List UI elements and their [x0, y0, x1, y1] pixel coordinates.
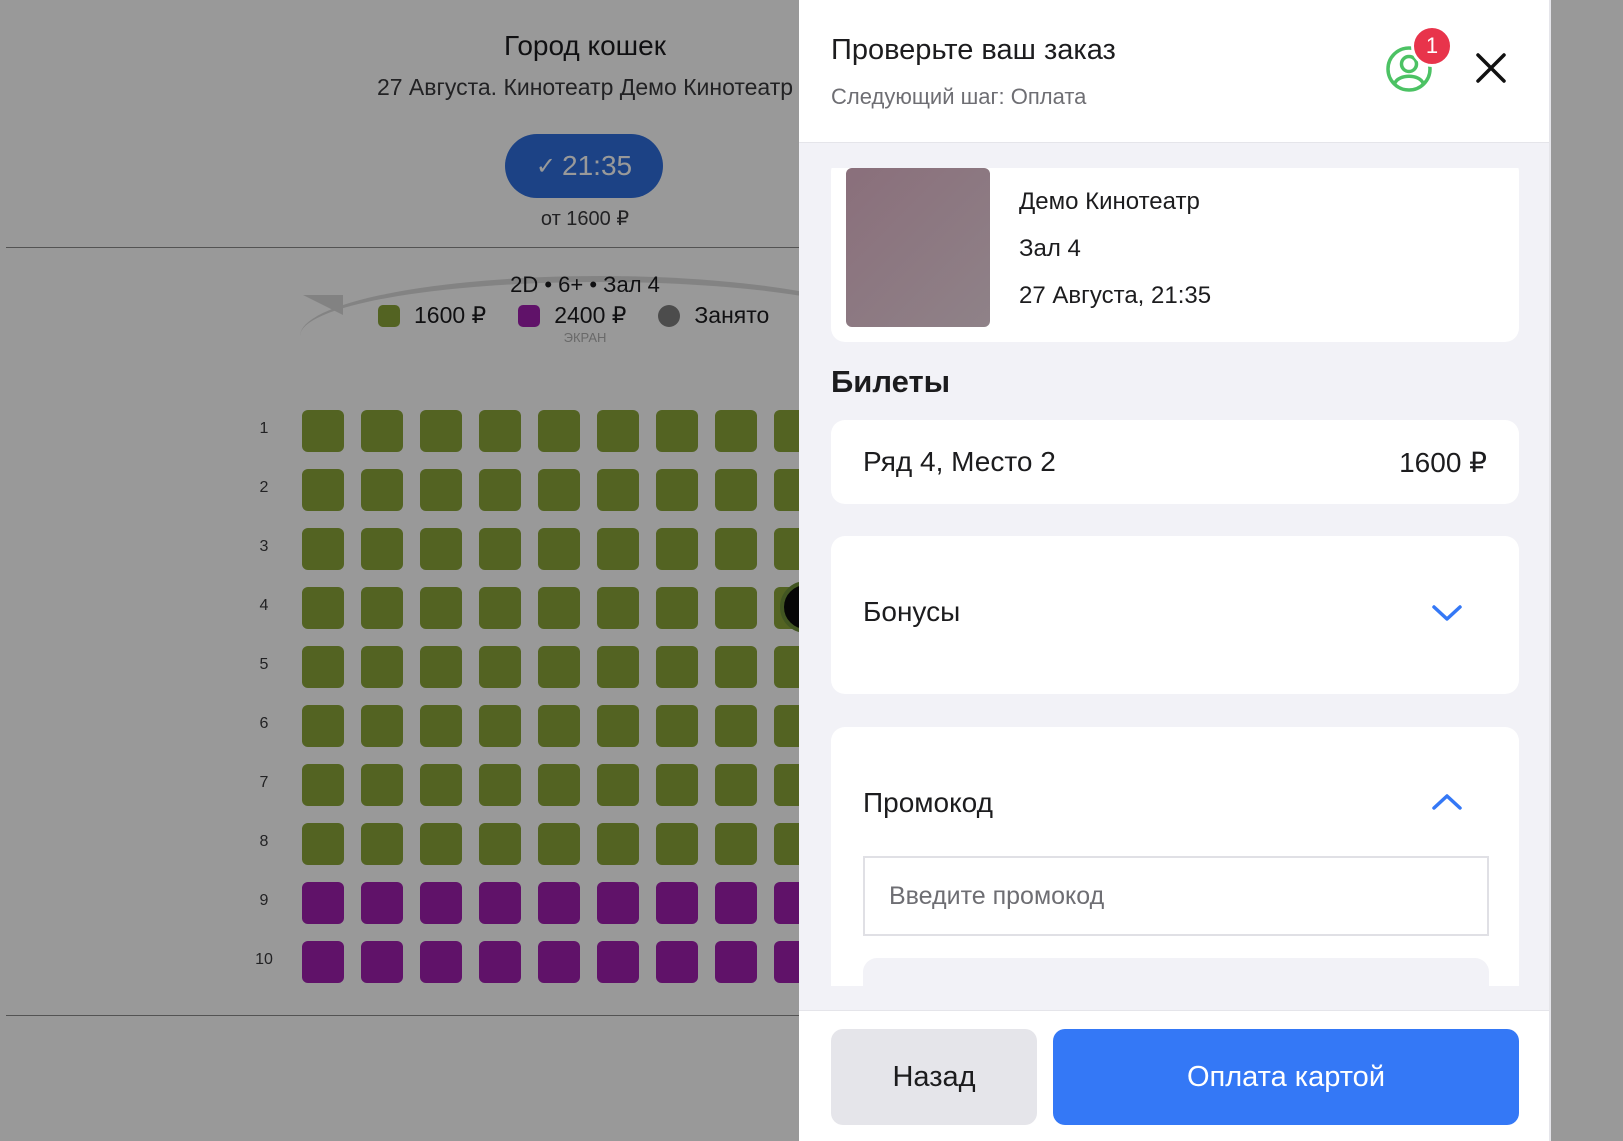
chevron-down-icon	[1432, 605, 1462, 621]
order-hall: Зал 4	[1019, 235, 1081, 262]
bonuses-accordion[interactable]: Бонусы	[831, 536, 1519, 694]
ticket-seat: Ряд 4, Место 2	[863, 446, 1056, 477]
page: Город кошек 27 Августа. Кинотеатр Демо К…	[0, 0, 1623, 1141]
drawer-footer: Назад Оплата картой	[799, 1010, 1550, 1141]
notification-badge: 1	[1411, 25, 1453, 67]
promo-apply-button[interactable]	[863, 958, 1489, 986]
promo-input[interactable]	[863, 856, 1489, 936]
ticket-item: Ряд 4, Место 2 1600 ₽	[831, 420, 1519, 504]
promo-accordion: Промокод	[831, 727, 1519, 986]
drawer-header: Проверьте ваш заказ Следующий шаг: Оплат…	[799, 0, 1550, 143]
order-cinema: Демо Кинотеатр	[1019, 188, 1200, 215]
order-drawer: Проверьте ваш заказ Следующий шаг: Оплат…	[799, 0, 1550, 1141]
chevron-up-icon[interactable]	[1431, 792, 1463, 812]
tickets-heading: Билеты	[831, 364, 951, 399]
order-content[interactable]: Демо Кинотеатр Зал 4 27 Августа, 21:35 Б…	[799, 168, 1550, 986]
back-button[interactable]: Назад	[831, 1029, 1037, 1125]
drawer-subtitle: Следующий шаг: Оплата	[831, 84, 1087, 109]
order-datetime: 27 Августа, 21:35	[1019, 282, 1212, 309]
close-icon[interactable]	[1471, 48, 1511, 88]
drawer-title: Проверьте ваш заказ	[831, 34, 1116, 66]
ticket-price: 1600 ₽	[1399, 447, 1487, 478]
bonuses-label: Бонусы	[863, 596, 961, 627]
order-summary-card: Демо Кинотеатр Зал 4 27 Августа, 21:35	[831, 168, 1519, 342]
movie-poster	[846, 168, 990, 327]
drawer-edge	[1549, 0, 1551, 1141]
pay-by-card-button[interactable]: Оплата картой	[1053, 1029, 1519, 1125]
promo-label[interactable]: Промокод	[863, 787, 993, 819]
